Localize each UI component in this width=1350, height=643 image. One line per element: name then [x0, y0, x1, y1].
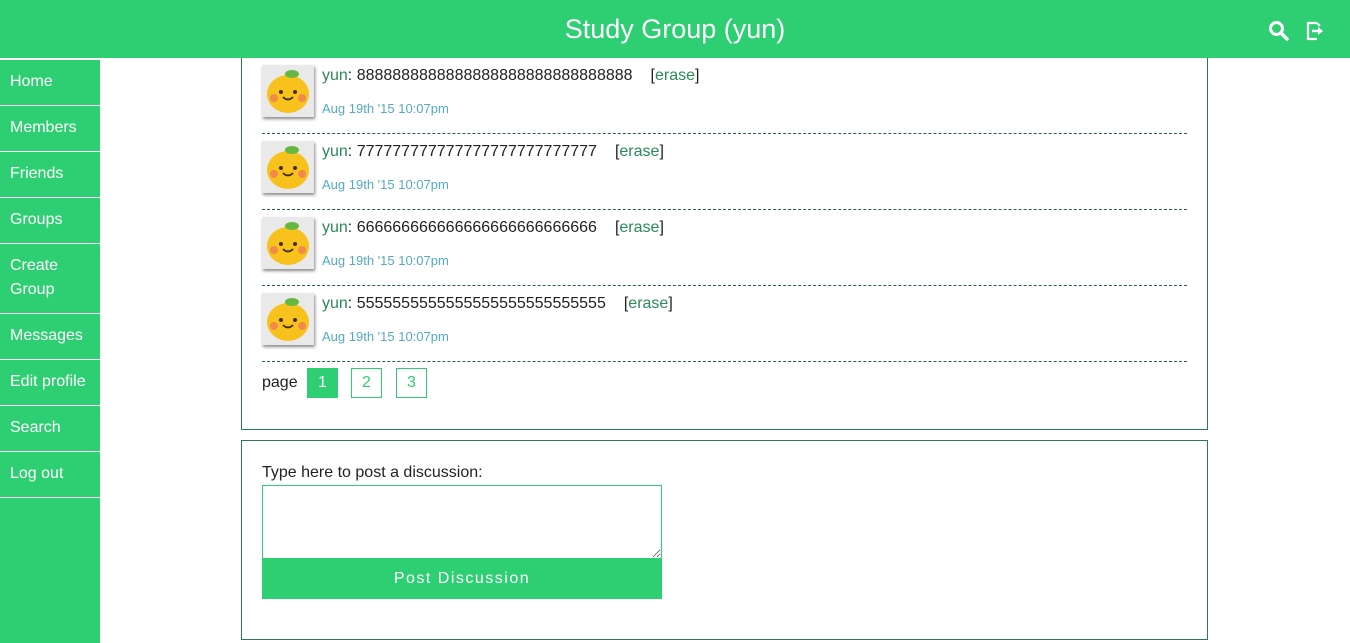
post-timestamp: Aug 19th '15 10:07pm: [322, 253, 449, 268]
logout-icon[interactable]: [1305, 20, 1327, 42]
post-line: yun: 777777777777777777777777777 [erase]: [322, 143, 664, 160]
erase-link[interactable]: erase: [628, 295, 668, 312]
sidebar-item-create-group[interactable]: Create Group: [0, 244, 100, 314]
post-text: 666666666666666666666666666: [356, 219, 597, 236]
post-timestamp: Aug 19th '15 10:07pm: [322, 329, 449, 344]
post-timestamp: Aug 19th '15 10:07pm: [322, 177, 449, 192]
sidebar-item-friends[interactable]: Friends: [0, 152, 100, 198]
post-text: 777777777777777777777777777: [356, 143, 597, 160]
avatar[interactable]: [262, 141, 314, 193]
post-author[interactable]: yun: [322, 143, 348, 160]
post-discussion-button[interactable]: Post Discussion: [262, 558, 662, 599]
search-icon[interactable]: [1268, 20, 1290, 42]
avatar[interactable]: [262, 217, 314, 269]
discussion-panel: yun: 8888888888888888888888888888888 [era…: [241, 58, 1208, 430]
post-line: yun: 5555555555555555555555555555 [erase]: [322, 295, 673, 312]
discussion-input-label: Type here to post a discussion:: [262, 464, 483, 481]
post-author[interactable]: yun: [322, 67, 348, 84]
avatar[interactable]: [262, 65, 314, 117]
discussion-post: yun: 666666666666666666666666666 [erase] …: [262, 210, 1187, 286]
app-header: Study Group (yun): [0, 0, 1350, 58]
page-button-3[interactable]: 3: [396, 368, 427, 398]
discussion-post: yun: 8888888888888888888888888888888 [era…: [262, 58, 1187, 134]
erase-link[interactable]: erase: [655, 67, 695, 84]
sidebar-nav: Home Members Friends Groups Create Group…: [0, 58, 100, 643]
post-author[interactable]: yun: [322, 295, 348, 312]
post-timestamp: Aug 19th '15 10:07pm: [322, 101, 449, 116]
discussion-post: yun: 777777777777777777777777777 [erase] …: [262, 134, 1187, 210]
sidebar-item-edit-profile[interactable]: Edit profile: [0, 360, 100, 406]
erase-link[interactable]: erase: [619, 219, 659, 236]
avatar[interactable]: [262, 293, 314, 345]
page-button-1[interactable]: 1: [307, 368, 338, 398]
pagination-label: page: [262, 374, 298, 391]
post-text: 8888888888888888888888888888888: [356, 67, 633, 84]
page-title: Study Group (yun): [564, 14, 786, 44]
sidebar-item-groups[interactable]: Groups: [0, 198, 100, 244]
post-text: 5555555555555555555555555555: [356, 295, 606, 312]
discussion-post: yun: 5555555555555555555555555555 [erase]…: [262, 286, 1187, 362]
discussion-textarea[interactable]: [262, 485, 662, 559]
post-author[interactable]: yun: [322, 219, 348, 236]
sidebar-item-messages[interactable]: Messages: [0, 314, 100, 360]
sidebar-item-members[interactable]: Members: [0, 106, 100, 152]
post-line: yun: 666666666666666666666666666 [erase]: [322, 219, 664, 236]
post-line: yun: 8888888888888888888888888888888 [era…: [322, 67, 700, 84]
post-discussion-panel: Type here to post a discussion: Post Dis…: [241, 440, 1208, 640]
sidebar-item-log-out[interactable]: Log out: [0, 452, 100, 498]
sidebar-item-home[interactable]: Home: [0, 58, 100, 106]
page-button-2[interactable]: 2: [351, 368, 382, 398]
sidebar-item-search[interactable]: Search: [0, 406, 100, 452]
erase-link[interactable]: erase: [619, 143, 659, 160]
